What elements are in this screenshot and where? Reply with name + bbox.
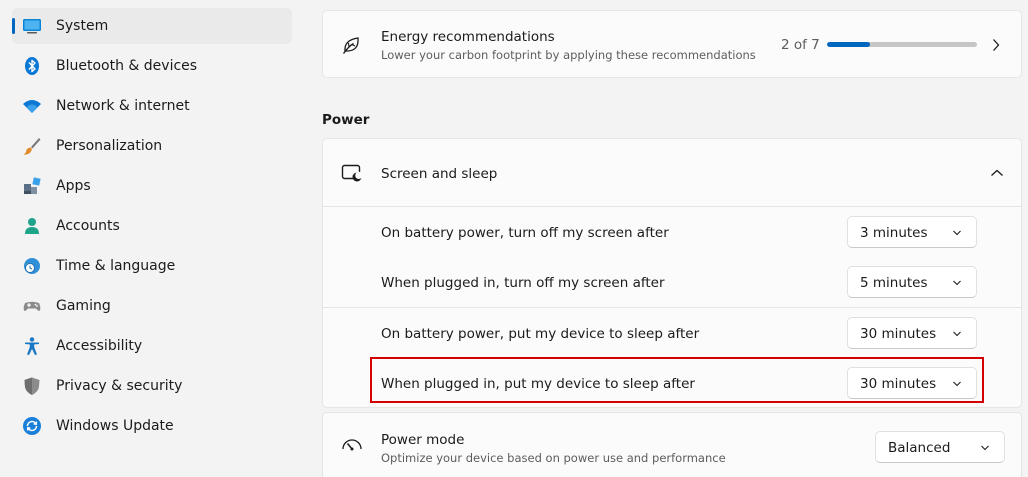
sidebar: System Bluetooth & devices Network & int… (0, 0, 300, 477)
sidebar-item-label: Bluetooth & devices (56, 58, 198, 74)
sidebar-item-label: Accounts (56, 218, 120, 234)
battery-screen-label: On battery power, turn off my screen aft… (381, 225, 669, 241)
accounts-icon (25, 218, 39, 234)
sidebar-item-bluetooth[interactable]: Bluetooth & devices (12, 48, 292, 84)
system-icon (23, 19, 41, 34)
power-mode-title: Power mode (381, 432, 465, 448)
energy-subtitle: Lower your carbon footprint by applying … (381, 48, 756, 62)
screen-sleep-header[interactable]: Screen and sleep (323, 139, 1021, 207)
accessibility-icon (25, 337, 39, 355)
sidebar-item-accessibility[interactable]: Accessibility (12, 328, 292, 364)
bluetooth-icon (25, 57, 39, 75)
brush-icon (23, 138, 41, 155)
sidebar-item-network[interactable]: Network & internet (12, 88, 292, 124)
divider (323, 307, 1021, 308)
sidebar-item-label: Network & internet (56, 98, 190, 114)
wifi-icon (23, 100, 41, 113)
chevron-right-icon (993, 39, 1000, 51)
screen-sleep-icon (341, 164, 363, 182)
plugged-screen-dropdown[interactable]: 5 minutes (847, 266, 977, 298)
sidebar-item-label: System (56, 18, 109, 34)
power-mode-subtitle: Optimize your device based on power use … (381, 451, 726, 465)
power-mode-dropdown[interactable]: Balanced (875, 431, 1005, 463)
update-icon (23, 417, 41, 435)
chevron-down-icon (981, 445, 989, 451)
sidebar-item-windows-update[interactable]: Windows Update (12, 408, 292, 444)
sidebar-item-label: Personalization (56, 138, 163, 154)
dropdown-value: 5 minutes (860, 275, 928, 291)
chevron-down-icon (953, 331, 961, 337)
battery-screen-dropdown[interactable]: 3 minutes (847, 216, 977, 248)
sidebar-item-system[interactable]: System (12, 8, 292, 44)
sidebar-item-label: Apps (56, 178, 91, 194)
battery-sleep-dropdown[interactable]: 30 minutes (847, 317, 977, 349)
time-language-icon (24, 258, 40, 274)
dropdown-value: 3 minutes (860, 225, 928, 241)
sidebar-item-privacy[interactable]: Privacy & security (12, 368, 292, 404)
dropdown-value: Balanced (888, 440, 951, 456)
sidebar-item-time-language[interactable]: Time & language (12, 248, 292, 284)
dropdown-value: 30 minutes (860, 326, 937, 342)
divider (323, 206, 1021, 207)
chevron-down-icon (953, 230, 961, 236)
screen-sleep-title: Screen and sleep (381, 166, 498, 182)
shield-icon (24, 377, 40, 395)
sidebar-item-personalization[interactable]: Personalization (12, 128, 292, 164)
sidebar-item-label: Gaming (56, 298, 111, 314)
sidebar-item-label: Time & language (56, 258, 176, 274)
battery-sleep-label: On battery power, put my device to sleep… (381, 326, 700, 342)
selected-indicator (12, 18, 15, 34)
sidebar-item-label: Privacy & security (56, 378, 183, 394)
progress-count: 2 of 7 (781, 37, 820, 53)
chevron-down-icon (953, 280, 961, 286)
gamepad-icon (23, 301, 41, 311)
sidebar-item-apps[interactable]: Apps (12, 168, 292, 204)
sidebar-item-label: Windows Update (56, 418, 174, 434)
leaf-icon (342, 37, 359, 54)
sidebar-item-label: Accessibility (56, 338, 143, 354)
sidebar-item-accounts[interactable]: Accounts (12, 208, 292, 244)
highlight-box (370, 357, 984, 403)
plugged-screen-label: When plugged in, turn off my screen afte… (381, 275, 665, 291)
progress-fill (827, 42, 870, 47)
energy-title: Energy recommendations (381, 29, 555, 45)
chevron-up-icon (991, 169, 1003, 176)
apps-icon (24, 177, 41, 194)
sidebar-item-gaming[interactable]: Gaming (12, 288, 292, 324)
progress-bar (827, 42, 977, 47)
gauge-icon (342, 439, 362, 451)
section-heading-power: Power (322, 112, 370, 128)
